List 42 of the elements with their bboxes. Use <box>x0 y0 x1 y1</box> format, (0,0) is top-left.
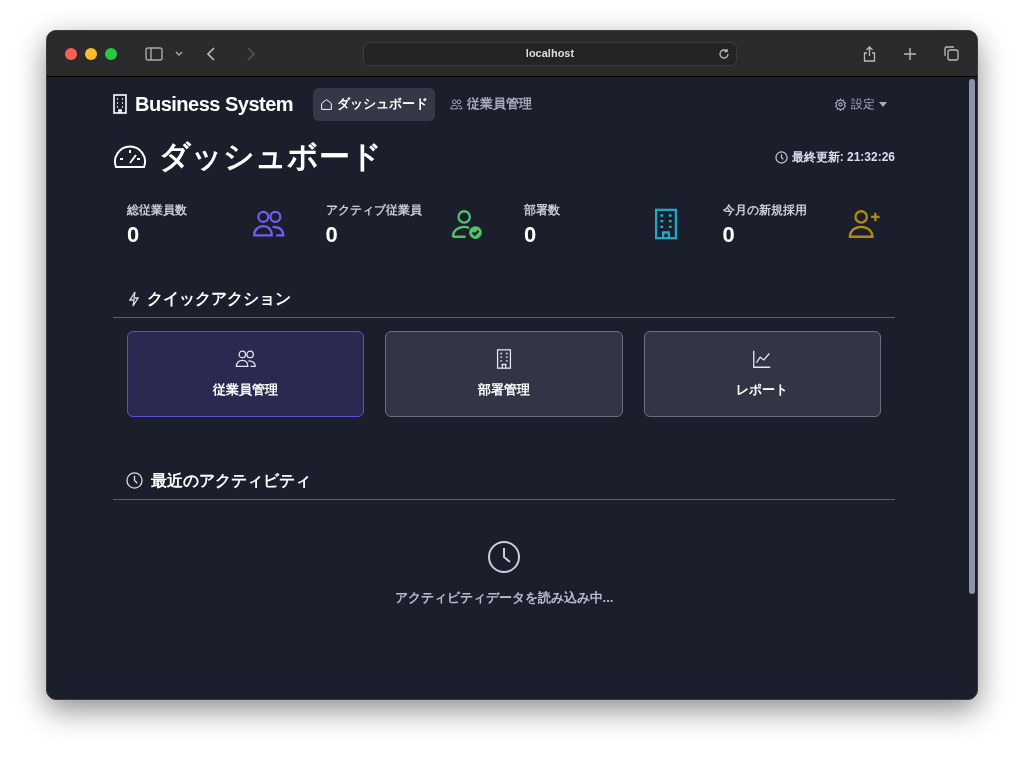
close-button[interactable] <box>65 47 77 60</box>
speedometer-icon <box>113 144 147 170</box>
home-icon <box>320 97 334 111</box>
sidebar-icon[interactable] <box>145 46 163 61</box>
quick-action-button[interactable]: レポート <box>643 330 881 417</box>
settings-menu[interactable]: 設定 <box>834 95 887 113</box>
stat-value: 0 <box>722 221 736 249</box>
scrollbar[interactable] <box>969 79 975 594</box>
clock-icon <box>774 150 788 164</box>
section-heading: クイックアクション <box>147 288 291 309</box>
quick-action-button[interactable]: 従業員管理 <box>127 330 365 417</box>
last-updated-time: 最終更新: 21:32:26 <box>791 149 895 166</box>
lightning-icon <box>129 290 139 307</box>
plus-icon[interactable] <box>904 47 916 60</box>
page-title: ダッシュボード <box>159 137 382 176</box>
back-icon[interactable] <box>207 46 215 61</box>
clock-icon <box>126 472 143 489</box>
stat-value: 0 <box>524 221 538 249</box>
chevron-down-icon[interactable] <box>175 50 183 57</box>
stat-label: 部署数 <box>524 202 560 219</box>
tabs-icon[interactable] <box>944 46 959 61</box>
quick-action-button[interactable]: 部署管理 <box>385 330 623 417</box>
brand-name[interactable]: Business System <box>135 89 294 119</box>
section-heading: 最近のアクティビティ <box>151 470 311 491</box>
share-icon[interactable] <box>863 45 876 62</box>
stat-value: 0 <box>325 221 339 249</box>
stat-label: アクティブ従業員 <box>325 202 422 219</box>
caret-icon <box>879 101 887 107</box>
gear-icon <box>834 97 847 111</box>
reload-icon[interactable] <box>718 47 730 60</box>
loading-message: アクティビティデータを読み込み中... <box>394 588 614 607</box>
building-icon <box>113 94 127 114</box>
zoom-button[interactable] <box>105 47 117 60</box>
nav-tab[interactable]: ダッシュボード <box>313 87 436 121</box>
minimize-button[interactable] <box>85 47 97 60</box>
stat-label: 今月の新規採用 <box>722 202 807 219</box>
address-bar[interactable]: localhost <box>363 41 737 66</box>
stat-label: 総従業員数 <box>127 202 187 219</box>
clock-icon <box>487 539 521 574</box>
stat-value: 0 <box>127 221 141 249</box>
people-icon <box>450 97 464 111</box>
nav-tab[interactable]: 従業員管理 <box>443 87 540 121</box>
